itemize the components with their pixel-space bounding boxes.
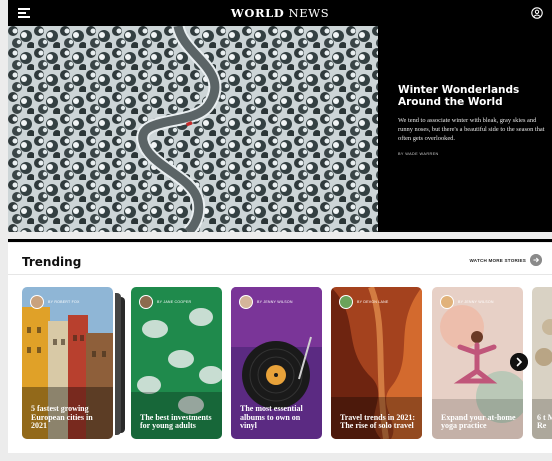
card-title: Expand your at-home yoga practice [441,412,516,431]
hero-author: BY WADE WARREN [398,152,439,156]
card-author: BY JENNY WILSON [458,300,494,304]
trending-section: Trending WATCH MORE STORIES BY ROBERT FO… [8,243,552,453]
card-author: BY DEVON LANE [357,300,389,304]
author-avatar [30,295,44,309]
section-divider [8,239,552,242]
trending-heading: Trending [22,255,82,269]
story-card[interactable]: BY JANE COOPER The best investments for … [131,287,222,439]
story-card[interactable]: BY ROBERT FOX 5 fastest growing European… [22,287,113,439]
brand-rest: NEWS [284,6,330,20]
story-card[interactable]: BY JENNY WILSON The most essential album… [231,287,322,439]
trending-separator [8,274,552,275]
hero-article[interactable]: Winter Wonderlands Around the World We t… [8,26,552,232]
hero-text: Winter Wonderlands Around the World We t… [398,84,548,156]
card-author: BY JANE COOPER [157,300,192,304]
watch-more-label: WATCH MORE STORIES [469,257,526,263]
site-logo[interactable]: WORLD NEWS [8,6,552,20]
author-avatar [440,295,454,309]
brand-bold: WORLD [230,6,285,20]
top-navigation-bar: WORLD NEWS [8,0,552,26]
hero-description: We tend to associate winter with bleak, … [398,117,545,142]
author-avatar [139,295,153,309]
card-stack-edge [115,293,121,435]
card-title: The most essential albums to own on viny… [240,403,303,431]
card-author: BY ROBERT FOX [48,300,80,304]
card-author: BY JENNY WILSON [257,300,293,304]
card-title: 5 fastest growing European cities in 202… [31,403,93,431]
card-title: The best investments for young adults [140,412,212,431]
arrow-right-icon [530,254,542,266]
account-icon[interactable] [531,7,543,19]
story-card[interactable]: 6 t Ma Re [532,287,552,439]
hero-title[interactable]: Winter Wonderlands Around the World [398,84,548,108]
story-card[interactable]: BY DEVON LANE Travel trends in 2021: The… [331,287,422,439]
hero-image-winter-road[interactable] [8,26,378,232]
watch-more-stories-link[interactable]: WATCH MORE STORIES [469,254,542,266]
carousel-next-button[interactable] [510,353,528,371]
author-avatar [239,295,253,309]
card-title: Travel trends in 2021: The rise of solo … [340,412,416,431]
card-title: 6 t Ma Re [537,412,552,431]
author-avatar [339,295,353,309]
